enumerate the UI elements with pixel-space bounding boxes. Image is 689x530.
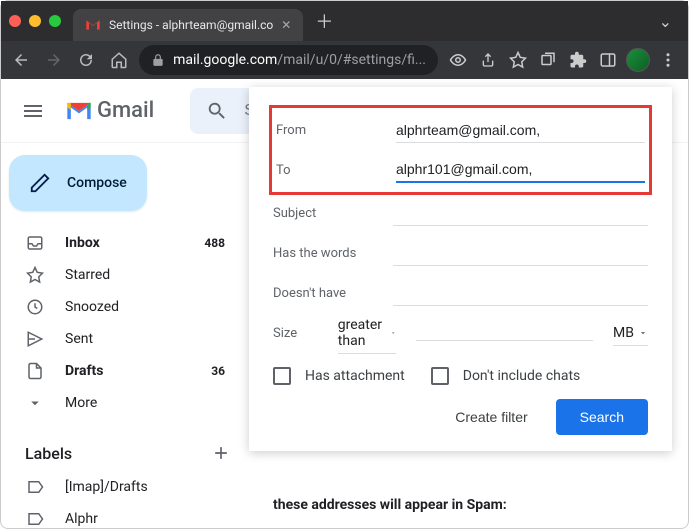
sidebar-item-label: Starred	[65, 267, 110, 283]
sidebar-item-drafts[interactable]: Drafts 36	[1, 355, 237, 387]
dont-include-chats-checkbox[interactable]	[431, 367, 449, 385]
tab-title: Settings - alphrteam@gmail.co	[109, 18, 273, 32]
gmail-logo[interactable]: Gmail	[65, 98, 154, 123]
star-icon	[25, 266, 45, 284]
sidebar-item-label: More	[65, 395, 97, 411]
subject-input[interactable]	[393, 201, 648, 226]
browser-toolbar: mail.google.com/mail/u/0/#settings/fi...	[1, 41, 688, 79]
sidebar-item-count: 488	[204, 236, 225, 250]
size-unit-select[interactable]: MB	[613, 321, 648, 346]
label-item[interactable]: [Imap]/Drafts	[1, 471, 237, 503]
nav-forward-button[interactable]	[42, 46, 67, 74]
window-minimize-button[interactable]	[29, 15, 41, 27]
label-name: Alphr	[65, 511, 98, 527]
snooze-icon	[25, 298, 45, 316]
to-label: To	[276, 163, 376, 178]
search-icon[interactable]	[206, 100, 228, 122]
create-filter-button[interactable]: Create filter	[443, 401, 539, 433]
window-controls	[9, 15, 61, 27]
has-attachment-label: Has attachment	[305, 368, 405, 384]
dont-include-chats-label: Don't include chats	[463, 368, 581, 384]
background-text: these addresses will appear in Spam:	[273, 497, 507, 513]
to-input[interactable]	[396, 157, 645, 183]
has-words-label: Has the words	[273, 246, 373, 261]
chevron-down-icon	[638, 328, 648, 338]
size-value-input[interactable]	[416, 325, 593, 341]
inbox-icon	[25, 234, 45, 252]
add-label-button[interactable]	[211, 443, 231, 463]
profile-avatar[interactable]	[626, 48, 650, 72]
doesnt-have-input[interactable]	[393, 281, 648, 306]
lock-icon	[151, 53, 165, 67]
sent-icon	[25, 330, 45, 348]
from-row: From	[276, 110, 645, 150]
labels-header: Labels	[1, 435, 249, 471]
sidebar-item-snoozed[interactable]: Snoozed	[1, 291, 237, 323]
to-row: To	[276, 150, 645, 190]
doesnt-have-row: Doesn't have	[273, 273, 648, 313]
eye-extension-icon[interactable]	[446, 48, 470, 72]
sidebar-item-sent[interactable]: Sent	[1, 323, 237, 355]
window-close-button[interactable]	[9, 15, 21, 27]
share-icon[interactable]	[476, 48, 500, 72]
label-name: [Imap]/Drafts	[65, 479, 148, 495]
compose-label: Compose	[67, 175, 127, 191]
sidebar-item-starred[interactable]: Starred	[1, 259, 237, 291]
size-row: Size greater than MB	[273, 313, 648, 353]
sidebar-item-label: Snoozed	[65, 299, 119, 315]
from-label: From	[276, 123, 376, 138]
labels-title: Labels	[25, 444, 72, 463]
side-panel-icon[interactable]	[596, 48, 620, 72]
browser-tab-active[interactable]: Settings - alphrteam@gmail.co ✕	[73, 9, 303, 41]
bookmark-star-icon[interactable]	[506, 48, 530, 72]
checkbox-row: Has attachment Don't include chats	[273, 367, 648, 385]
extensions-icon[interactable]	[566, 48, 590, 72]
nav-home-button[interactable]	[107, 46, 132, 74]
has-attachment-checkbox[interactable]	[273, 367, 291, 385]
from-input[interactable]	[396, 118, 645, 143]
sidebar-item-more[interactable]: More	[1, 387, 237, 419]
annotation-highlight: From To	[269, 105, 652, 195]
size-label: Size	[273, 326, 318, 341]
tab-list-dropdown-icon[interactable]: ⌄	[651, 12, 680, 31]
tab-close-icon[interactable]: ✕	[281, 18, 291, 32]
gmail-favicon-icon	[85, 17, 101, 33]
compose-button[interactable]: Compose	[9, 155, 147, 211]
label-item[interactable]: Alphr	[1, 503, 237, 530]
search-button[interactable]: Search	[556, 399, 648, 435]
new-tab-button[interactable]: ＋	[315, 8, 333, 34]
url-text: mail.google.com/mail/u/0/#settings/fi...	[173, 52, 426, 68]
content-area: these addresses will appear in Spam: Fro…	[249, 143, 688, 530]
has-words-row: Has the words	[273, 233, 648, 273]
size-operator-select[interactable]: greater than	[338, 313, 396, 354]
sidebar-item-label: Sent	[65, 331, 93, 347]
drafts-icon	[25, 362, 45, 380]
subject-label: Subject	[273, 206, 373, 221]
chevron-down-icon	[390, 328, 396, 338]
sidebar-item-count: 36	[211, 364, 225, 378]
nav-back-button[interactable]	[9, 46, 34, 74]
subject-row: Subject	[273, 193, 648, 233]
sidebar: Compose Inbox 488 Starred Snoozed Sent Drafts…	[1, 143, 249, 530]
main-menu-button[interactable]	[13, 91, 53, 131]
nav-reload-button[interactable]	[74, 46, 99, 74]
address-bar[interactable]: mail.google.com/mail/u/0/#settings/fi...	[139, 45, 438, 75]
more-icon	[25, 394, 45, 412]
sidebar-item-label: Drafts	[65, 363, 103, 379]
doesnt-have-label: Doesn't have	[273, 286, 373, 301]
tab-overview-icon[interactable]	[536, 48, 560, 72]
browser-tab-bar: Settings - alphrteam@gmail.co ✕ ＋ ⌄	[1, 1, 688, 41]
form-actions: Create filter Search	[273, 399, 648, 435]
label-icon	[25, 478, 45, 496]
window-maximize-button[interactable]	[49, 15, 61, 27]
browser-menu-icon[interactable]	[656, 48, 680, 72]
search-form-overlay: From To Subject Has the words Doesn't ha…	[249, 87, 672, 451]
sidebar-item-label: Inbox	[65, 235, 100, 251]
sidebar-item-inbox[interactable]: Inbox 488	[1, 227, 237, 259]
has-words-input[interactable]	[393, 241, 648, 266]
label-icon	[25, 510, 45, 528]
